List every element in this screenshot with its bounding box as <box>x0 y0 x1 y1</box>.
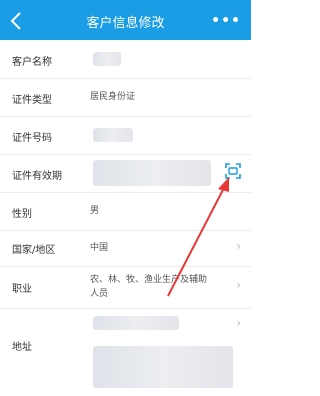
title-bar: 客户信息修改 ••• <box>0 0 251 40</box>
country-value: 中国 <box>90 243 109 253</box>
more-menu-button[interactable]: ••• <box>211 13 241 29</box>
row-occupation[interactable]: 职业 农、林、牧、渔业生产及辅助人员 › <box>0 266 251 309</box>
row-label: 证件类型 <box>12 95 52 106</box>
occupation-value: 农、林、牧、渔业生产及辅助人员 <box>90 275 208 299</box>
id-type-value: 居民身份证 <box>90 92 136 102</box>
customer-name-value-redacted <box>93 52 121 66</box>
row-id-validity[interactable]: 证件有效期 <box>0 154 251 193</box>
row-address[interactable]: 地址 › <box>0 308 251 396</box>
row-label: 证件有效期 <box>12 171 62 182</box>
id-number-value-redacted <box>93 128 133 142</box>
row-label: 性别 <box>12 209 32 220</box>
row-country[interactable]: 国家/地区 中国 › <box>0 230 251 267</box>
row-id-number[interactable]: 证件号码 <box>0 116 251 155</box>
gender-value: 男 <box>90 206 100 216</box>
chevron-right-icon: › <box>236 239 241 253</box>
row-gender[interactable]: 性别 男 <box>0 192 251 231</box>
row-label: 职业 <box>12 284 32 295</box>
row-label: 地址 <box>12 342 32 353</box>
id-validity-value-redacted <box>93 160 211 186</box>
row-label: 客户名称 <box>12 57 52 68</box>
row-id-type[interactable]: 证件类型 居民身份证 <box>0 78 251 117</box>
address-value-redacted <box>93 346 233 388</box>
row-label: 国家/地区 <box>12 245 56 256</box>
chevron-right-icon: › <box>236 316 241 330</box>
row-customer-name[interactable]: 客户名称 <box>0 40 251 79</box>
scan-id-icon[interactable] <box>225 163 241 179</box>
address-value-redacted <box>93 316 179 330</box>
chevron-right-icon: › <box>236 278 241 292</box>
row-label: 证件号码 <box>12 133 52 144</box>
